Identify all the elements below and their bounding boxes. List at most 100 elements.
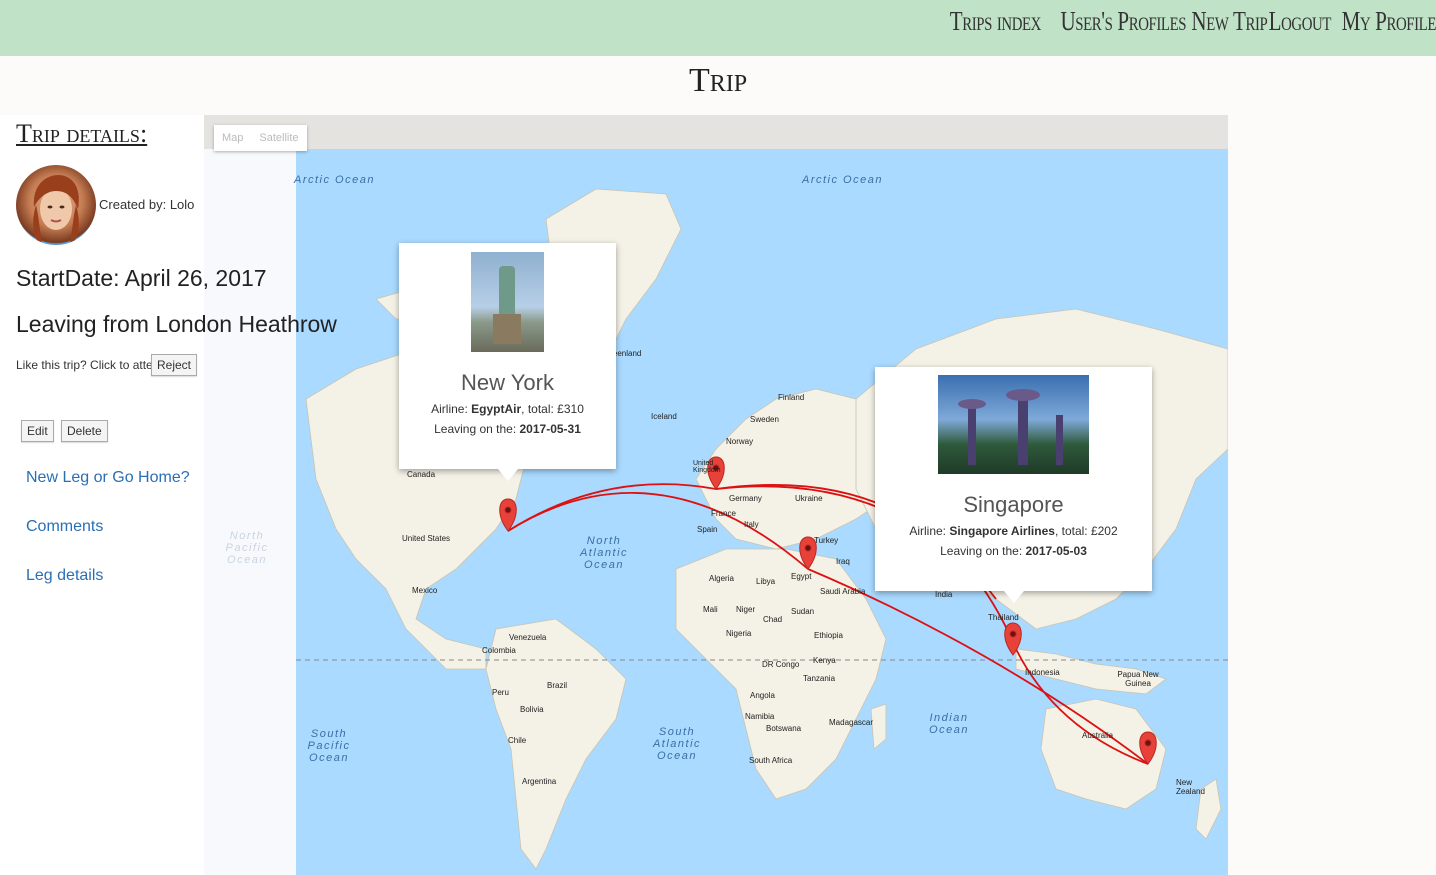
popup-title: New York (461, 370, 554, 395)
place-label: Germany (729, 494, 762, 503)
place-label: Spain (697, 525, 718, 534)
popup-date-line: Leaving on the: 2017-05-03 (875, 544, 1152, 558)
ocean-label: Indian Ocean (929, 712, 969, 736)
place-label: Thailand (988, 613, 1019, 622)
created-by-text: Created by: Lolo (99, 197, 195, 212)
place-label: Sweden (750, 415, 779, 424)
avatar (16, 165, 96, 245)
land-madagascar (870, 703, 887, 750)
place-label: Finland (778, 393, 805, 402)
avatar-portrait (33, 175, 79, 245)
leaving-prefix: Leaving on the: (434, 422, 520, 436)
place-label: United States (402, 534, 451, 543)
map-type-control: Map Satellite (214, 125, 307, 151)
route-london-newyork (507, 483, 717, 532)
place-label: Australia (1082, 731, 1114, 740)
place-label: South Africa (749, 756, 793, 765)
leaving-from: Leaving from London Heathrow (16, 311, 337, 337)
nav-new-trip[interactable]: New Trip (1191, 6, 1267, 37)
comments-link[interactable]: Comments (26, 518, 103, 536)
trip-details-heading: Trip details: (16, 119, 148, 148)
place-label: Peru (492, 688, 509, 697)
place-label: Ukraine (795, 494, 823, 503)
popup-title: Singapore (963, 492, 1064, 517)
place-label: Sudan (791, 607, 815, 616)
place-label: Nigeria (726, 629, 752, 638)
place-label: Namibia (745, 712, 775, 721)
map-left-strip (204, 149, 296, 875)
place-label: Bolivia (520, 705, 544, 714)
place-label: United Kingdom (693, 460, 721, 474)
leaving-prefix: Leaving on the: (940, 544, 1026, 558)
top-nav-bar: Trips index User's Profiles New Trip Log… (0, 0, 1436, 56)
place-label: Argentina (522, 777, 557, 786)
leg-details-link[interactable]: Leg details (26, 567, 103, 585)
place-label: Botswana (766, 724, 802, 733)
place-label: Egypt (791, 572, 812, 581)
nav-links: Trips index User's Profiles New Trip Log… (949, 6, 1436, 37)
place-label: Tanzania (803, 674, 836, 683)
trip-sidebar: Trip details: Created by: Lolo StartDate… (0, 115, 337, 875)
place-label: Madagascar (829, 718, 874, 727)
nav-my-profile[interactable]: My Profile (1342, 6, 1436, 37)
airline-prefix: Airline: (909, 524, 950, 538)
singapore-info-window[interactable]: Singapore Airline: Singapore Airlines, t… (875, 367, 1152, 603)
map-type-map-button[interactable]: Map (214, 125, 251, 151)
attend-prompt: Like this trip? Click to attend: (16, 358, 170, 372)
place-label: Colombia (482, 646, 516, 655)
place-label: France (711, 509, 736, 518)
ocean-label: South Atlantic Ocean (652, 726, 702, 762)
airline-total: , total: £310 (521, 402, 584, 416)
map-top-strip (204, 115, 1228, 149)
place-label: Mali (703, 605, 718, 614)
delete-button[interactable]: Delete (61, 420, 108, 442)
airline-prefix: Airline: (431, 402, 472, 416)
place-label: India (935, 590, 953, 599)
place-label: Kenya (813, 656, 836, 665)
place-label: Chile (508, 736, 527, 745)
place-label: New Zealand (1176, 778, 1205, 796)
place-label: Ethiopia (814, 631, 843, 640)
statue-of-liberty-image (471, 252, 544, 352)
nav-users-profiles[interactable]: User's Profiles (1060, 6, 1186, 37)
gardens-by-the-bay-image (938, 375, 1089, 474)
place-label: Venezuela (509, 633, 547, 642)
marker-new-york[interactable] (499, 498, 517, 532)
place-label: Chad (763, 615, 783, 624)
edit-button[interactable]: Edit (21, 420, 54, 442)
ocean-label: Arctic Ocean (294, 174, 375, 186)
ocean-label: North Pacific Ocean (225, 530, 269, 566)
place-label: Saudi Arabia (820, 587, 866, 596)
airline-name: EgyptAir (471, 402, 522, 416)
airline-name: Singapore Airlines (949, 524, 1055, 538)
place-label: Libya (756, 577, 776, 586)
start-date: StartDate: April 26, 2017 (16, 265, 267, 291)
ocean-label: North Atlantic Ocean (579, 535, 629, 571)
place-label: Iraq (836, 557, 850, 566)
place-label: Norway (726, 437, 754, 446)
place-label: Algeria (709, 574, 734, 583)
popup-airline-line: Airline: Singapore Airlines, total: £202 (875, 524, 1152, 538)
new-york-info-window[interactable]: New York Airline: EgyptAir, total: £310 … (399, 243, 616, 481)
place-label: Brazil (547, 681, 568, 690)
airline-total: , total: £202 (1054, 524, 1118, 538)
place-label: Niger (736, 605, 756, 614)
ocean-label: South Pacific Ocean (307, 728, 351, 764)
leaving-date: 2017-05-03 (1025, 544, 1087, 558)
ocean-label: Arctic Ocean (802, 174, 883, 186)
place-label: Canada (407, 470, 436, 479)
leaving-date: 2017-05-31 (519, 422, 581, 436)
place-label: Italy (744, 520, 759, 529)
popup-airline-line: Airline: EgyptAir, total: £310 (399, 402, 616, 416)
nav-logout[interactable]: Logout (1269, 6, 1332, 37)
place-label: Iceland (651, 412, 677, 421)
nav-trips-index[interactable]: Trips index (949, 6, 1041, 37)
popup-date-line: Leaving on the: 2017-05-31 (399, 422, 616, 436)
reject-button[interactable]: Reject (151, 354, 198, 376)
place-label: Indonesia (1025, 668, 1060, 677)
land-south-america (485, 618, 627, 870)
map-type-satellite-button[interactable]: Satellite (251, 125, 306, 151)
place-label: DR Congo (762, 660, 800, 669)
new-leg-link[interactable]: New Leg or Go Home? (26, 469, 190, 487)
place-label: Angola (750, 691, 775, 700)
